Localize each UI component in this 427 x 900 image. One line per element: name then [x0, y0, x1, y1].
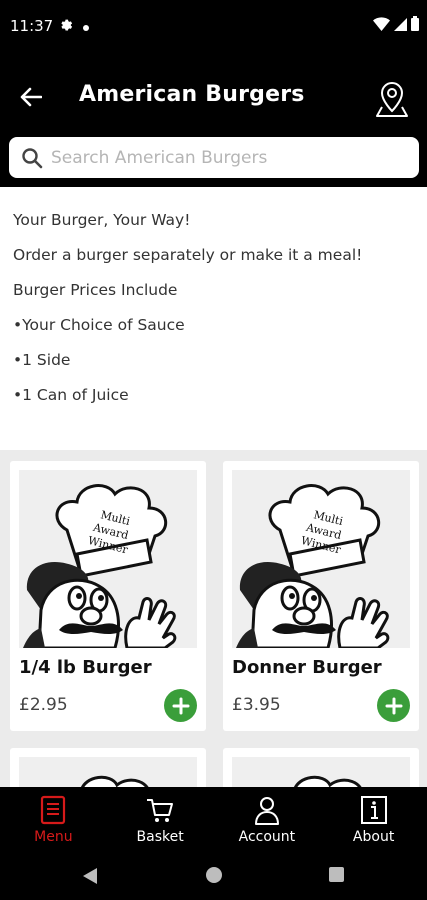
- system-navigation-bar: [0, 850, 427, 900]
- description-line: •1 Side: [13, 351, 71, 369]
- location-button[interactable]: [373, 79, 411, 119]
- search-icon: [22, 148, 43, 169]
- chef-mascot-image: Multi Award Winner: [232, 470, 410, 648]
- status-time: 11:37: [10, 17, 54, 35]
- chef-hat-icon: [19, 757, 197, 787]
- description-line: Your Burger, Your Way!: [13, 211, 191, 229]
- status-right-icons: [373, 16, 419, 35]
- menu-content[interactable]: Your Burger, Your Way! Order a burger se…: [0, 187, 427, 787]
- nav-label: About: [352, 829, 395, 845]
- plus-icon: [385, 697, 402, 714]
- system-recents-icon[interactable]: [329, 867, 344, 882]
- system-home-icon[interactable]: [206, 867, 222, 883]
- chef-mascot-image: Multi Award Winner: [19, 470, 197, 648]
- product-image: [19, 757, 197, 787]
- product-card[interactable]: Multi Award Winner 1/4 lb Burger £2.95: [10, 461, 206, 731]
- nav-item-about[interactable]: About: [320, 787, 427, 850]
- product-image: Multi Award Winner: [232, 470, 410, 648]
- category-description: Your Burger, Your Way! Order a burger se…: [0, 187, 427, 450]
- status-bar: 11:37: [0, 0, 427, 55]
- chef-hat-icon: [232, 757, 410, 787]
- arrow-left-icon: [20, 87, 42, 107]
- account-icon: [254, 797, 279, 825]
- nav-label: Basket: [136, 829, 184, 845]
- product-card[interactable]: [223, 748, 419, 787]
- search-input[interactable]: [51, 141, 411, 174]
- menu-icon: [41, 795, 66, 825]
- product-name: Donner Burger: [232, 657, 382, 678]
- nav-label: Menu: [34, 829, 73, 845]
- product-card[interactable]: [10, 748, 206, 787]
- nav-item-basket[interactable]: Basket: [107, 787, 214, 850]
- info-icon: [360, 796, 387, 824]
- product-price: £2.95: [19, 695, 68, 715]
- page-title: American Burgers: [79, 82, 305, 107]
- basket-icon: [147, 799, 174, 822]
- search-bar-container: [0, 137, 427, 187]
- bottom-navigation: Menu Basket Account About: [0, 787, 427, 850]
- product-name: 1/4 lb Burger: [19, 657, 152, 678]
- description-line: Burger Prices Include: [13, 281, 178, 299]
- signal-icon: [394, 16, 407, 35]
- back-button[interactable]: [16, 83, 46, 111]
- status-left-icons: [58, 16, 89, 35]
- description-line: Order a burger separately or make it a m…: [13, 246, 363, 264]
- nav-item-account[interactable]: Account: [214, 787, 321, 850]
- description-line: •1 Can of Juice: [13, 386, 129, 404]
- product-price: £3.95: [232, 695, 281, 715]
- product-card[interactable]: Multi Award Winner Donner Burger £3.95: [223, 461, 419, 731]
- nav-item-menu[interactable]: Menu: [0, 787, 107, 850]
- notification-dot-icon: [83, 16, 89, 35]
- description-line: •Your Choice of Sauce: [13, 316, 185, 334]
- system-back-icon[interactable]: [82, 867, 98, 885]
- product-image: Multi Award Winner: [19, 470, 197, 648]
- plus-icon: [172, 697, 189, 714]
- map-pin-icon: [376, 81, 408, 117]
- product-image: [232, 757, 410, 787]
- nav-label: Account: [238, 829, 296, 845]
- add-to-basket-button[interactable]: [164, 689, 197, 722]
- battery-icon: [411, 16, 419, 35]
- search-box[interactable]: [9, 137, 419, 178]
- wifi-icon: [373, 16, 390, 35]
- settings-icon: [58, 16, 73, 35]
- app-bar: American Burgers: [0, 55, 427, 137]
- add-to-basket-button[interactable]: [377, 689, 410, 722]
